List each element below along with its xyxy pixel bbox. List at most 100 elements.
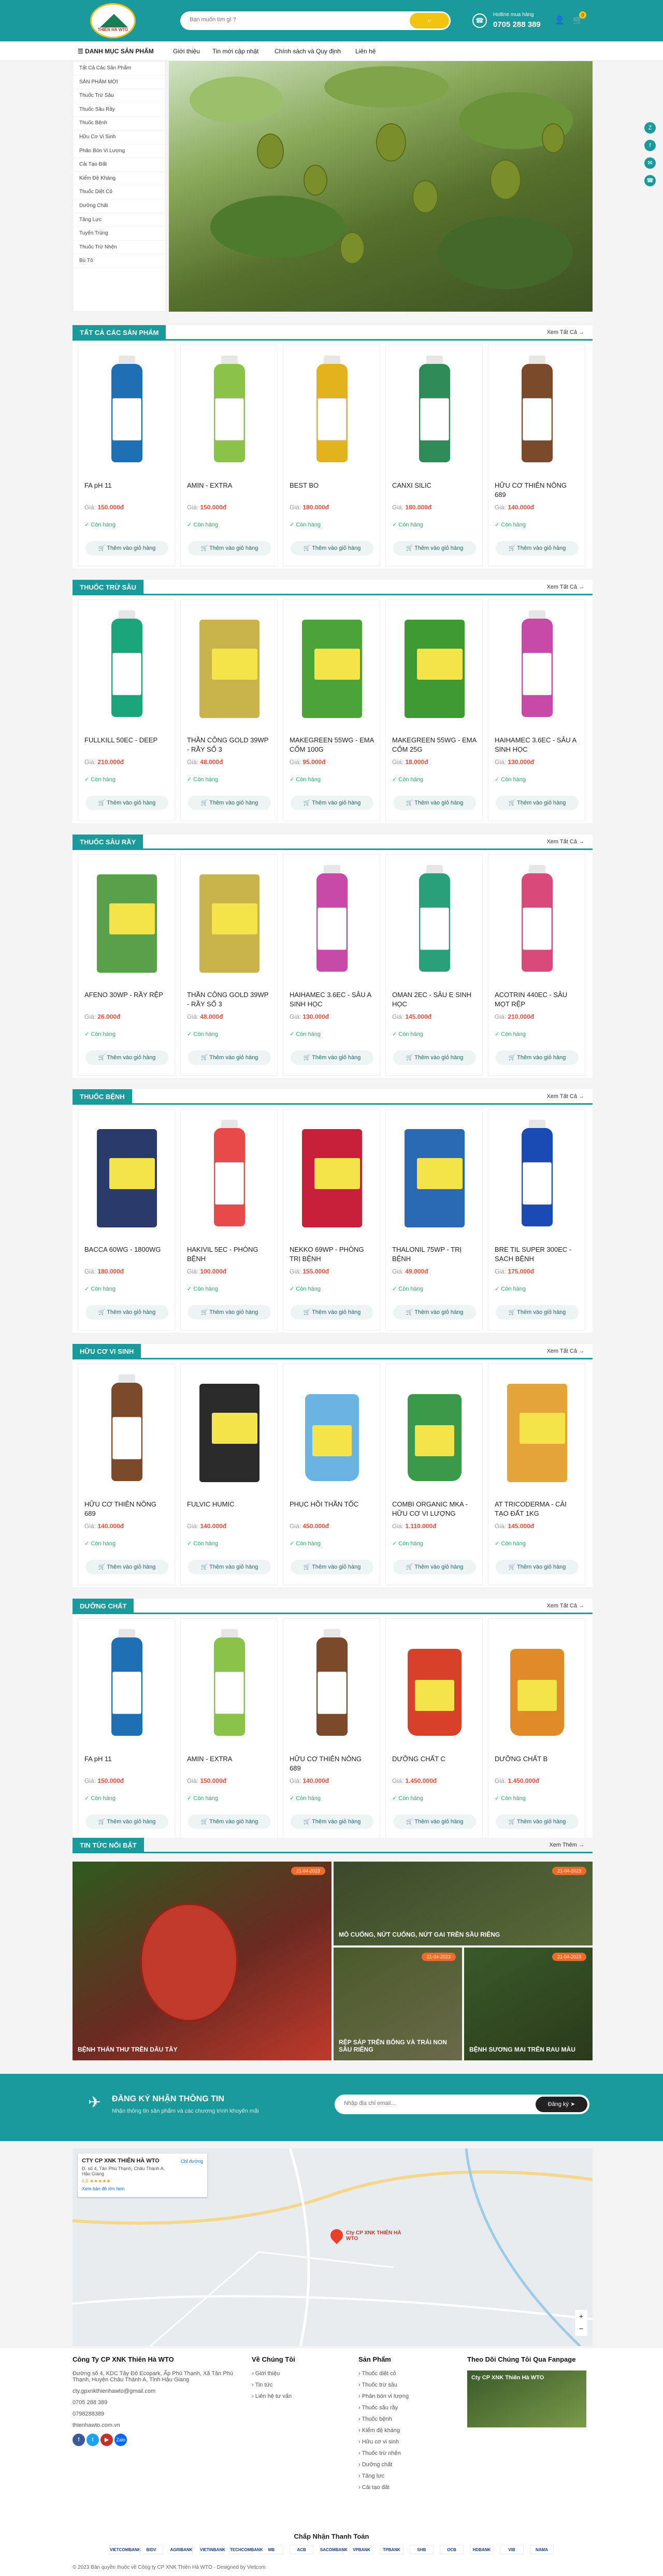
- product-image[interactable]: [194, 356, 265, 470]
- footer-link[interactable]: › Liên hệ tư vấn: [252, 2393, 345, 2399]
- search-button[interactable]: ⌕: [410, 13, 449, 28]
- nav-contact[interactable]: Liên hệ: [355, 41, 376, 61]
- product-name[interactable]: MAKEGREEN 55WG - EMA CỐM 100G: [290, 736, 374, 754]
- sidebar-item[interactable]: Hữu Cơ Vi Sinh: [73, 130, 165, 144]
- sidebar-item[interactable]: Phân Bón Vi Lượng: [73, 144, 165, 158]
- add-to-cart-button[interactable]: 🛒 Thêm vào giỏ hàng: [496, 796, 579, 810]
- product-card[interactable]: ACOTRIN 440EC - SÂU MỌT RỆP Giá: 210.000đ…: [488, 854, 585, 1076]
- add-to-cart-button[interactable]: 🛒 Thêm vào giỏ hàng: [393, 1050, 476, 1065]
- product-card[interactable]: HAIHAMEC 3.6EC - SÂU A SINH HỌC Giá: 130.…: [488, 599, 585, 821]
- product-card[interactable]: HỮU CƠ THIÊN NÔNG 689 Giá: 140.000đ ✓ Còn …: [488, 345, 585, 566]
- nav-policy[interactable]: Chính sách và Quy định: [275, 41, 341, 61]
- product-name[interactable]: COMBI ORGANIC MKA - HỮU CƠ VI LƯỢNG: [392, 1500, 477, 1518]
- add-to-cart-button[interactable]: 🛒 Thêm vào giỏ hàng: [393, 796, 476, 810]
- product-image[interactable]: [194, 1629, 265, 1743]
- product-image[interactable]: [502, 356, 572, 470]
- section-see-all[interactable]: Xem Tất Cả →: [546, 1603, 584, 1609]
- add-to-cart-button[interactable]: 🛒 Thêm vào giỏ hàng: [291, 1814, 373, 1829]
- footer-link[interactable]: › Thuốc bệnh: [358, 2416, 462, 2422]
- product-card[interactable]: HAIHAMEC 3.6EC - SÂU A SINH HỌC Giá: 130.…: [283, 854, 380, 1076]
- product-image[interactable]: [297, 1120, 367, 1234]
- add-to-cart-button[interactable]: 🛒 Thêm vào giỏ hàng: [496, 1560, 579, 1574]
- product-card[interactable]: BRE TIL SUPER 300EC - SẠCH BỆNH Giá: 175.…: [488, 1109, 585, 1330]
- product-image[interactable]: [194, 1120, 265, 1234]
- search-input[interactable]: [190, 17, 397, 23]
- product-image[interactable]: [92, 1374, 162, 1488]
- product-image[interactable]: [502, 1374, 572, 1488]
- product-card[interactable]: AFENO 30WP - RẦY RỆP Giá: 26.000đ ✓ Còn hà…: [78, 854, 175, 1076]
- add-to-cart-button[interactable]: 🛒 Thêm vào giỏ hàng: [496, 1050, 579, 1065]
- add-to-cart-button[interactable]: 🛒 Thêm vào giỏ hàng: [393, 541, 476, 555]
- product-card[interactable]: HỮU CƠ THIÊN NÔNG 689 Giá: 140.000đ ✓ Còn …: [78, 1364, 175, 1585]
- sidebar-item[interactable]: Dưỡng Chất: [73, 199, 165, 213]
- product-card[interactable]: FULVIC HUMIC Giá: 140.000đ ✓ Còn hàng 🛒 Thê…: [180, 1364, 278, 1585]
- product-name[interactable]: ACOTRIN 440EC - SÂU MỌT RỆP: [495, 990, 580, 1009]
- footer-link[interactable]: › Tin tức: [252, 2382, 345, 2388]
- product-image[interactable]: [297, 356, 367, 470]
- product-card[interactable]: BACCA 60WG - 1800WG Giá: 180.000đ ✓ Còn hà…: [78, 1109, 175, 1330]
- product-image[interactable]: [297, 1374, 367, 1488]
- product-card[interactable]: FA pH 11 Giá: 150.000đ ✓ Còn hàng 🛒 Thêm và…: [78, 345, 175, 566]
- product-name[interactable]: BACCA 60WG - 1800WG: [84, 1245, 169, 1264]
- product-image[interactable]: [194, 610, 265, 724]
- product-image[interactable]: [502, 1629, 572, 1743]
- footer-phone[interactable]: 0798288389: [73, 2411, 243, 2417]
- zalo-icon[interactable]: Z: [644, 122, 656, 134]
- footer-link[interactable]: › Hữu cơ vi sinh: [358, 2439, 462, 2445]
- add-to-cart-button[interactable]: 🛒 Thêm vào giỏ hàng: [188, 1305, 271, 1320]
- product-name[interactable]: HỮU CƠ THIÊN NÔNG 689: [290, 1754, 374, 1773]
- product-name[interactable]: FA pH 11: [84, 1754, 169, 1773]
- product-image[interactable]: [92, 1120, 162, 1234]
- map-directions[interactable]: Chỉ đường: [181, 2159, 203, 2164]
- add-to-cart-button[interactable]: 🛒 Thêm vào giỏ hàng: [188, 1560, 271, 1574]
- product-image[interactable]: [502, 610, 572, 724]
- product-image[interactable]: [194, 865, 265, 979]
- messenger-icon[interactable]: ✉: [644, 157, 656, 169]
- product-image[interactable]: [399, 1120, 470, 1234]
- section-see-all[interactable]: Xem Tất Cả →: [546, 329, 584, 335]
- product-card[interactable]: AMIN - EXTRA Giá: 150.000đ ✓ Còn hàng 🛒 Thê…: [180, 345, 278, 566]
- product-card[interactable]: FULLKILL 50EC - DEEP Giá: 210.000đ ✓ Còn h…: [78, 599, 175, 821]
- nav-news[interactable]: Tin mới cập nhật: [212, 41, 258, 61]
- product-card[interactable]: DƯỠNG CHẤT C Giá: 1.450.000đ ✓ Còn hàng 🛒 T…: [385, 1618, 483, 1840]
- sidebar-item[interactable]: Thuốc Diệt Cỏ: [73, 185, 165, 199]
- product-name[interactable]: HỮU CƠ THIÊN NÔNG 689: [84, 1500, 169, 1518]
- product-card[interactable]: AMIN - EXTRA Giá: 150.000đ ✓ Còn hàng 🛒 Thê…: [180, 1618, 278, 1840]
- product-card[interactable]: MAKEGREEN 55WG - EMA CỐM 100G Giá: 95.000…: [283, 599, 380, 821]
- sidebar-item[interactable]: Cải Tạo Đất: [73, 158, 165, 172]
- newsletter-email-input[interactable]: [344, 2100, 510, 2106]
- add-to-cart-button[interactable]: 🛒 Thêm vào giỏ hàng: [496, 1814, 579, 1829]
- product-name[interactable]: FULVIC HUMIC: [187, 1500, 272, 1518]
- product-name[interactable]: BEST BO: [290, 481, 374, 500]
- product-name[interactable]: DƯỠNG CHẤT C: [392, 1754, 477, 1773]
- add-to-cart-button[interactable]: 🛒 Thêm vào giỏ hàng: [393, 1305, 476, 1320]
- product-image[interactable]: [502, 865, 572, 979]
- product-image[interactable]: [297, 1629, 367, 1743]
- product-image[interactable]: [297, 865, 367, 979]
- user-icon[interactable]: 👤: [551, 12, 568, 29]
- add-to-cart-button[interactable]: 🛒 Thêm vào giỏ hàng: [85, 796, 168, 810]
- add-to-cart-button[interactable]: 🛒 Thêm vào giỏ hàng: [85, 1814, 168, 1829]
- product-name[interactable]: THẦN CÔNG GOLD 39WP - RẦY SỐ 3: [187, 736, 272, 754]
- product-image[interactable]: [399, 610, 470, 724]
- product-card[interactable]: MAKEGREEN 55WG - EMA CỐM 25G Giá: 18.000đ…: [385, 599, 483, 821]
- product-name[interactable]: FULLKILL 50EC - DEEP: [84, 736, 169, 754]
- product-image[interactable]: [92, 356, 162, 470]
- news-card[interactable]: 21-04-2023 MÔ CUỐNG, NỨT CUỐNG, NỨT GAI …: [334, 1862, 593, 1945]
- footer-link[interactable]: › Kiểm đệ kháng: [358, 2427, 462, 2434]
- phone-float-icon[interactable]: ☎: [644, 175, 656, 186]
- add-to-cart-button[interactable]: 🛒 Thêm vào giỏ hàng: [85, 1560, 168, 1574]
- newsletter-submit-button[interactable]: Đăng ký ➤: [536, 2097, 587, 2112]
- news-card[interactable]: 21-04-2023 BỆNH SƯƠNG MAI TRÊN RAU MÀU: [464, 1948, 593, 2060]
- product-image[interactable]: [92, 1629, 162, 1743]
- add-to-cart-button[interactable]: 🛒 Thêm vào giỏ hàng: [291, 1050, 373, 1065]
- fanpage-widget[interactable]: Cty CP XNK Thiên Hà WTO: [467, 2370, 586, 2427]
- sidebar-item[interactable]: Tất Cả Các Sản Phẩm: [73, 62, 165, 76]
- add-to-cart-button[interactable]: 🛒 Thêm vào giỏ hàng: [188, 1814, 271, 1829]
- product-name[interactable]: HỮU CƠ THIÊN NÔNG 689: [495, 481, 580, 500]
- add-to-cart-button[interactable]: 🛒 Thêm vào giỏ hàng: [291, 796, 373, 810]
- product-image[interactable]: [194, 1374, 265, 1488]
- add-to-cart-button[interactable]: 🛒 Thêm vào giỏ hàng: [393, 1814, 476, 1829]
- product-name[interactable]: AMIN - EXTRA: [187, 481, 272, 500]
- product-name[interactable]: HAKIVIL 5EC - PHÒNG BỆNH: [187, 1245, 272, 1264]
